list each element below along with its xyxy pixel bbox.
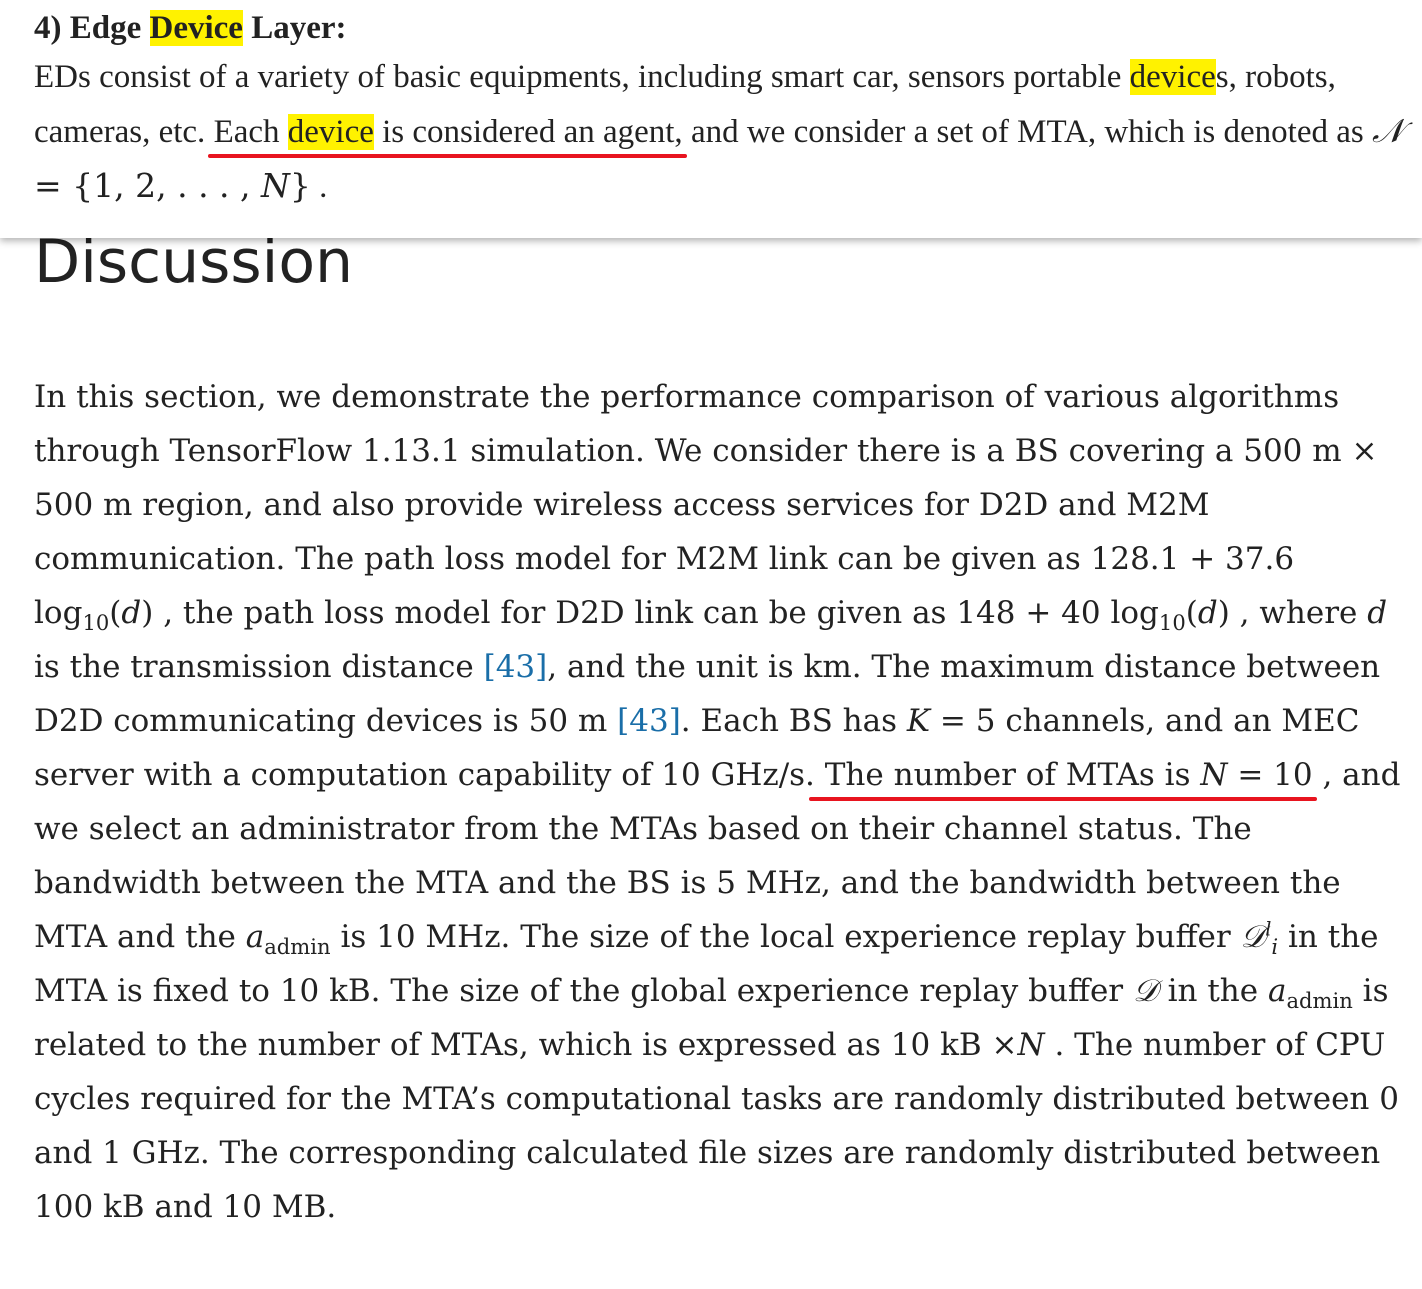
underlined-sentence: Each device is considered an agent, <box>207 114 687 158</box>
excerpt-body: EDs consist of a variety of basic equipm… <box>34 50 1404 214</box>
body-text: . <box>310 169 328 205</box>
excerpt-popup: 4) Edge Device Layer: EDs consist of a v… <box>0 0 1422 238</box>
underlined-sentence: The number of MTAs is N = 10 <box>808 757 1317 801</box>
excerpt-content: 4) Edge Device Layer: EDs consist of a v… <box>34 6 1404 214</box>
math-a-admin: aadmin <box>1267 973 1353 1014</box>
equation-k: K = 5 <box>906 703 996 739</box>
citation-link[interactable]: [43] <box>617 703 681 739</box>
math-n: N <box>1017 1027 1045 1063</box>
math-local-buffer: 𝒟li <box>1240 917 1279 960</box>
math-global-buffer: 𝒟 <box>1132 973 1158 1009</box>
body-text: Each <box>213 114 288 150</box>
red-underline <box>808 797 1317 801</box>
highlight-device: device <box>287 114 374 150</box>
red-underline <box>207 154 687 158</box>
section-paragraph: In this section, we demonstrate the perf… <box>34 379 1401 1225</box>
equation-d2d: 148 + 40 log10(d) <box>956 595 1230 636</box>
title-suffix: Layer: <box>242 10 347 46</box>
title-prefix: 4) Edge <box>34 10 150 46</box>
body-text: EDs consist of a variety of basic equipm… <box>34 59 1130 95</box>
highlight-device: device <box>1129 59 1216 95</box>
body-text: and we consider a set of MTA, which is d… <box>682 114 1372 150</box>
math-symbol: 𝒩 <box>1371 111 1404 150</box>
math-a-admin: aadmin <box>245 919 331 960</box>
equation-n: N = 10 <box>1200 757 1313 793</box>
body-text: is considered an agent, <box>373 114 683 150</box>
math-d: d <box>1367 595 1388 631</box>
title-highlight: Device <box>149 10 243 46</box>
excerpt-title: 4) Edge Device Layer: <box>34 6 1404 50</box>
citation-link[interactable]: [43] <box>484 649 548 685</box>
